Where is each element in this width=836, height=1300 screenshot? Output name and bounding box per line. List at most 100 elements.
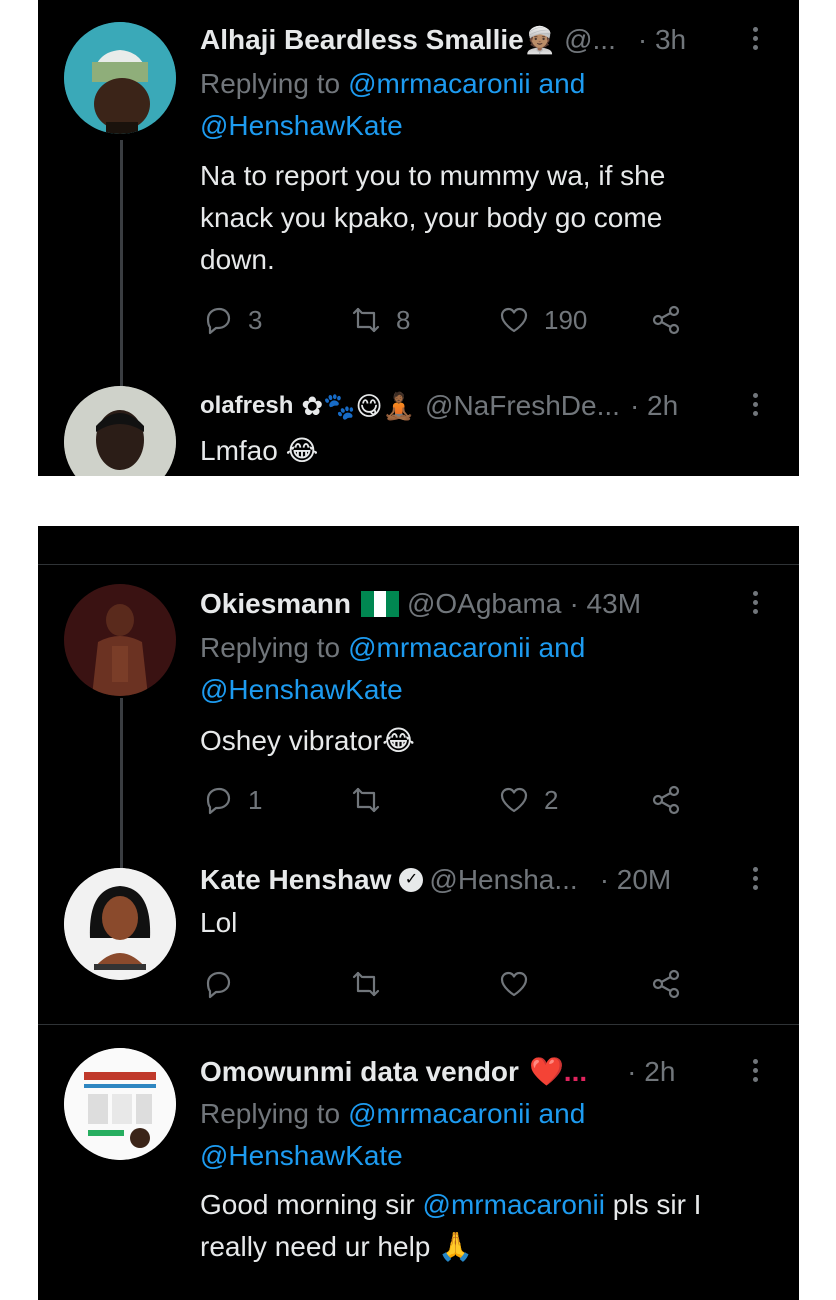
reply-thread-panel-2: Okiesmann @OAgbama · 43M Replying to @mr…: [38, 526, 799, 1300]
replying-to-line-2: @HenshawKate: [200, 672, 403, 708]
timestamp[interactable]: · 20M: [600, 862, 672, 898]
avatar-kate-henshaw[interactable]: [64, 868, 176, 980]
avatar-omowunmi[interactable]: [64, 1048, 176, 1160]
handle[interactable]: @NaFreshDe...: [425, 388, 620, 424]
tweet-text-line: knack you kpako, your body go come: [200, 202, 663, 233]
tweet-header: Omowunmi data vendor ❤️... · 2h: [200, 1054, 675, 1090]
reply-icon: [206, 307, 231, 335]
avatar-alhaji[interactable]: [64, 22, 176, 134]
replying-to-line: Replying to @mrmacaronii and: [200, 1096, 585, 1132]
tweet-header: Alhaji Beardless Smallie 👳🏽 @... · 3h: [200, 22, 686, 58]
reply-mention[interactable]: @mrmacaronii: [348, 1096, 530, 1132]
share-icon: [652, 969, 680, 999]
display-name[interactable]: olafresh: [200, 388, 293, 424]
retweet-button[interactable]: 8: [350, 300, 410, 340]
thread-line: [120, 140, 123, 402]
more-icon[interactable]: [750, 864, 760, 896]
reply-icon: [206, 971, 231, 999]
timestamp[interactable]: · 3h: [638, 22, 686, 58]
replying-label: Replying to: [200, 68, 341, 99]
reply-button[interactable]: 3: [202, 300, 262, 340]
retweet-icon: [352, 971, 380, 997]
share-icon: [652, 305, 680, 335]
and-word: and: [538, 1098, 586, 1129]
tweet-text: Oshey vibrator😂: [200, 725, 415, 756]
reply-button[interactable]: [202, 964, 234, 1004]
action-bar: [200, 964, 720, 1004]
reply-icon: [206, 787, 231, 815]
like-button[interactable]: [498, 964, 530, 1004]
text-segment: Good morning sir: [200, 1189, 415, 1220]
retweet-count: 8: [396, 304, 411, 335]
share-icon: [652, 785, 680, 815]
replying-label: Replying to: [200, 1098, 341, 1129]
like-button[interactable]: 190: [498, 300, 587, 340]
like-icon: [500, 307, 528, 333]
tweet-header: olafresh ✿🐾😋🧘🏾 @NaFreshDe... · 2h: [200, 388, 678, 424]
replying-to-line: Replying to @mrmacaronii and: [200, 630, 585, 666]
timestamp[interactable]: · 2h: [627, 1054, 675, 1090]
avatar-olafresh[interactable]: [64, 386, 176, 476]
reply-mention[interactable]: @HenshawKate: [200, 672, 403, 708]
display-name[interactable]: Okiesmann: [200, 586, 351, 622]
more-icon[interactable]: [750, 1056, 760, 1088]
handle[interactable]: @OAgbama: [407, 586, 562, 622]
handle[interactable]: @...: [564, 22, 616, 58]
tweet-header: Kate Henshaw ✓ @Hensha... · 20M: [200, 862, 671, 898]
tweet-text-line: down.: [200, 244, 275, 275]
like-icon: [500, 971, 528, 997]
more-icon[interactable]: [750, 390, 760, 422]
more-icon[interactable]: [750, 588, 760, 620]
divider: [38, 1024, 799, 1025]
replying-to-line: Replying to @mrmacaronii and: [200, 66, 585, 102]
and-word: and: [538, 632, 586, 663]
thread-line: [120, 698, 123, 870]
display-name[interactable]: Alhaji Beardless Smallie: [200, 22, 524, 58]
and-word: and: [538, 68, 586, 99]
timestamp[interactable]: · 43M: [569, 586, 641, 622]
text-mention[interactable]: @mrmacaronii: [423, 1189, 605, 1220]
display-name[interactable]: Kate Henshaw: [200, 862, 391, 898]
name-emoji: ✿🐾😋🧘🏾: [301, 391, 416, 421]
retweet-icon: [352, 307, 380, 333]
name-emoji: ❤️...: [528, 1056, 588, 1087]
avatar-okiesmann[interactable]: [64, 584, 176, 696]
tweet-header: Okiesmann @OAgbama · 43M: [200, 586, 641, 622]
like-count: 190: [544, 304, 588, 335]
tweet-text-line: Na to report you to mummy wa, if she: [200, 160, 666, 191]
reply-mention[interactable]: @HenshawKate: [200, 108, 403, 144]
verified-icon: ✓: [399, 868, 424, 892]
replying-to-line-2: @HenshawKate: [200, 1138, 403, 1174]
text-segment: pls sir I: [612, 1189, 702, 1220]
like-count: 2: [544, 784, 559, 815]
tweet-text-line: really need ur help 🙏: [200, 1231, 474, 1262]
more-icon[interactable]: [750, 24, 760, 56]
action-bar: 3 8 190: [200, 300, 720, 340]
reply-count: 3: [248, 304, 263, 335]
tweet-text: Lol: [200, 907, 238, 938]
reply-mention[interactable]: @mrmacaronii: [348, 630, 530, 666]
reply-mention[interactable]: @HenshawKate: [200, 1138, 403, 1174]
timestamp[interactable]: · 2h: [630, 388, 678, 424]
retweet-button[interactable]: [350, 964, 382, 1004]
tweet-text-line: Good morning sir @mrmacaronii pls sir I: [200, 1184, 701, 1226]
replying-to-line-2: @HenshawKate: [200, 108, 403, 144]
reply-button[interactable]: 1: [202, 780, 262, 820]
like-button[interactable]: 2: [498, 780, 558, 820]
share-button[interactable]: [650, 964, 682, 1004]
share-button[interactable]: [650, 780, 682, 820]
display-name[interactable]: Omowunmi data vendor: [200, 1054, 519, 1090]
tweet-text: Lmfao 😂: [200, 435, 319, 466]
nigeria-flag-icon: [360, 591, 399, 617]
handle[interactable]: @Hensha...: [429, 862, 577, 898]
reply-count: 1: [248, 784, 263, 815]
share-button[interactable]: [650, 300, 682, 340]
action-bar: 1 2: [200, 780, 720, 820]
name-emoji: 👳🏽: [523, 25, 557, 55]
retweet-button[interactable]: [350, 780, 396, 820]
like-icon: [500, 787, 528, 813]
divider: [38, 564, 799, 565]
reply-mention[interactable]: @mrmacaronii: [348, 66, 530, 102]
replying-label: Replying to: [200, 632, 341, 663]
retweet-icon: [352, 787, 380, 813]
